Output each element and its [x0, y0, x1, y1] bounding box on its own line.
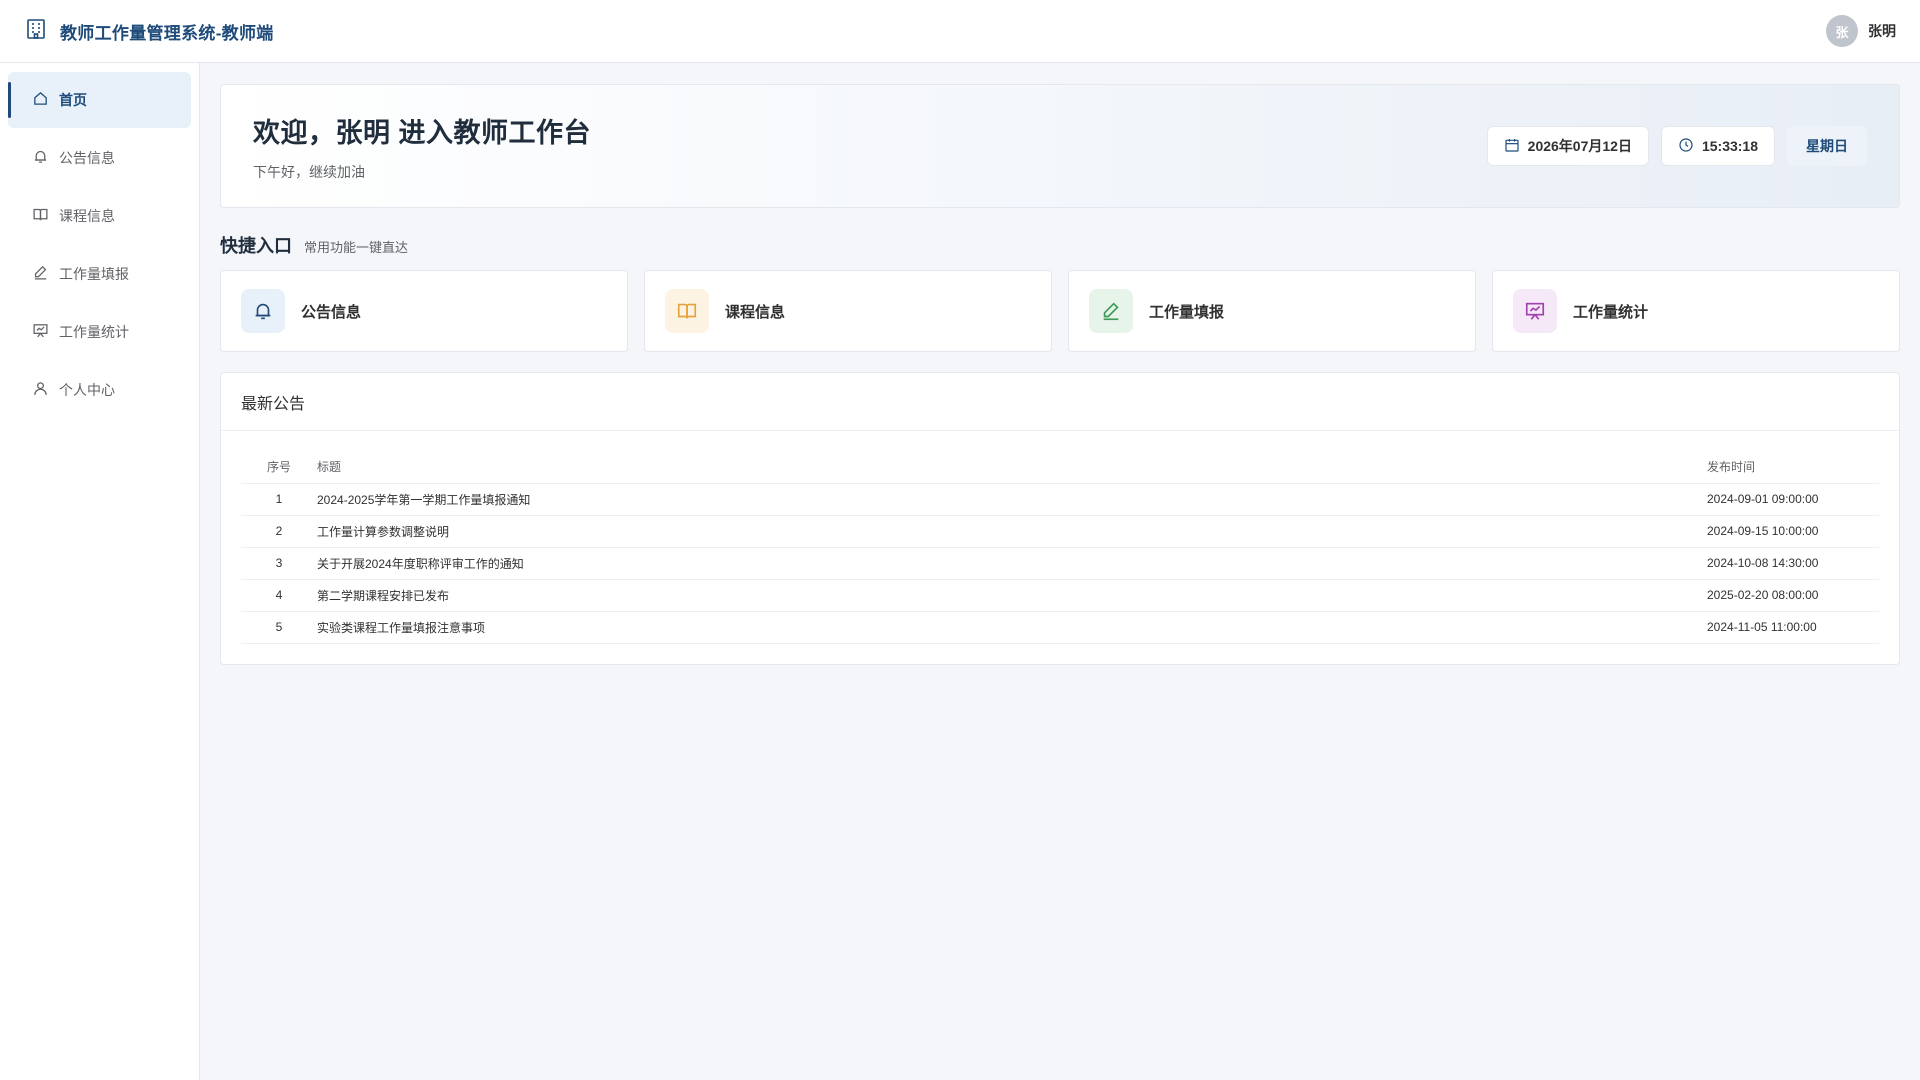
row-title[interactable]: 2024-2025学年第一学期工作量填报通知	[317, 483, 1707, 516]
notices-table: 序号 标题 发布时间 1 2024-2025学年第一学期工作量填报通知 2024…	[241, 451, 1879, 644]
table-row[interactable]: 3 关于开展2024年度职称评审工作的通知 2024-10-08 14:30:0…	[241, 547, 1879, 580]
column-header-title: 标题	[317, 451, 1707, 484]
clock-icon	[1678, 137, 1694, 156]
sidebar-item-label: 个人中心	[59, 382, 115, 398]
column-header-time: 发布时间	[1707, 451, 1879, 484]
table-row[interactable]: 2 工作量计算参数调整说明 2024-09-15 10:00:00	[241, 515, 1879, 548]
user-name[interactable]: 张明	[1868, 21, 1896, 41]
sidebar-item-label: 公告信息	[59, 150, 115, 166]
user-menu[interactable]: 张 张明	[1826, 15, 1896, 47]
latest-notices-panel: 最新公告 序号 标题 发布时间 1 2024-2025学年第一学期工作量填报通知…	[220, 372, 1900, 665]
quick-access-header: 快捷入口 常用功能一键直达	[220, 232, 1900, 258]
quick-card-courses[interactable]: 课程信息	[644, 270, 1052, 352]
welcome-subtitle: 下午好，继续加油	[253, 163, 365, 180]
row-title[interactable]: 第二学期课程安排已发布	[317, 579, 1707, 612]
presentation-chart-icon	[32, 322, 49, 342]
table-row[interactable]: 5 实验类课程工作量填报注意事项 2024-11-05 11:00:00	[241, 611, 1879, 644]
sidebar-item-notices[interactable]: 公告信息	[8, 130, 191, 186]
row-time: 2024-11-05 11:00:00	[1707, 611, 1879, 644]
row-index: 2	[241, 515, 317, 548]
book-icon	[32, 206, 49, 226]
presentation-chart-icon	[1513, 289, 1557, 333]
table-header-row: 序号 标题 发布时间	[241, 451, 1879, 484]
row-title[interactable]: 实验类课程工作量填报注意事项	[317, 611, 1707, 644]
user-icon	[32, 380, 49, 400]
latest-notices-title: 最新公告	[221, 373, 1899, 431]
edit-pen-icon	[1089, 289, 1133, 333]
app-title: 教师工作量管理系统-教师端	[60, 23, 274, 43]
sidebar: 首页 公告信息 课程信息 工作量填报 工作量统计 个人中心	[0, 63, 200, 1080]
sidebar-item-label: 工作量填报	[59, 266, 129, 282]
quick-card-label: 公告信息	[301, 303, 362, 321]
sidebar-item-workload-fill[interactable]: 工作量填报	[8, 246, 191, 302]
quick-access-title: 快捷入口	[220, 236, 292, 256]
quick-card-workload-stats[interactable]: 工作量统计	[1492, 270, 1900, 352]
sidebar-item-label: 工作量统计	[59, 324, 129, 340]
main-content: 欢迎，张明 进入教师工作台 下午好，继续加油 2026年07月12日 15:33…	[220, 84, 1900, 665]
quick-card-notices[interactable]: 公告信息	[220, 270, 628, 352]
time-chip: 15:33:18	[1660, 126, 1775, 166]
quick-card-label: 工作量填报	[1149, 303, 1225, 321]
row-title[interactable]: 工作量计算参数调整说明	[317, 515, 1707, 548]
quick-card-label: 工作量统计	[1573, 303, 1649, 321]
row-time: 2024-10-08 14:30:00	[1707, 547, 1879, 580]
date-text: 2026年07月12日	[1527, 138, 1632, 154]
row-index: 4	[241, 579, 317, 612]
building-icon	[24, 17, 48, 46]
top-header: 教师工作量管理系统-教师端 张 张明	[0, 0, 1920, 63]
date-chip: 2026年07月12日	[1486, 126, 1649, 166]
row-index: 3	[241, 547, 317, 580]
row-title[interactable]: 关于开展2024年度职称评审工作的通知	[317, 547, 1707, 580]
row-time: 2025-02-20 08:00:00	[1707, 579, 1879, 612]
row-time: 2024-09-01 09:00:00	[1707, 483, 1879, 516]
row-index: 5	[241, 611, 317, 644]
table-row[interactable]: 1 2024-2025学年第一学期工作量填报通知 2024-09-01 09:0…	[241, 483, 1879, 516]
edit-pen-icon	[32, 264, 49, 284]
sidebar-item-home[interactable]: 首页	[8, 72, 191, 128]
table-row[interactable]: 4 第二学期课程安排已发布 2025-02-20 08:00:00	[241, 579, 1879, 612]
home-icon	[32, 90, 49, 110]
sidebar-item-courses[interactable]: 课程信息	[8, 188, 191, 244]
time-text: 15:33:18	[1701, 138, 1758, 154]
sidebar-item-workload-stats[interactable]: 工作量统计	[8, 304, 191, 360]
welcome-title: 欢迎，张明 进入教师工作台	[253, 117, 592, 148]
sidebar-item-label: 首页	[59, 92, 87, 108]
sidebar-item-profile[interactable]: 个人中心	[8, 362, 191, 418]
quick-card-label: 课程信息	[725, 303, 786, 321]
weekday-chip: 星期日	[1787, 126, 1867, 166]
calendar-icon	[1504, 137, 1520, 156]
bell-icon	[32, 148, 49, 168]
column-header-index: 序号	[241, 451, 317, 484]
datetime-chips: 2026年07月12日 15:33:18 星期日	[1486, 126, 1867, 166]
sidebar-item-label: 课程信息	[59, 208, 115, 224]
book-icon	[665, 289, 709, 333]
quick-access-subtitle: 常用功能一键直达	[304, 240, 409, 255]
quick-access-cards: 公告信息 课程信息 工作量填报 工作量统计	[220, 270, 1900, 352]
welcome-banner: 欢迎，张明 进入教师工作台 下午好，继续加油 2026年07月12日 15:33…	[220, 84, 1900, 208]
quick-card-workload-fill[interactable]: 工作量填报	[1068, 270, 1476, 352]
weekday-text: 星期日	[1806, 138, 1848, 154]
avatar[interactable]: 张	[1826, 15, 1858, 47]
bell-icon	[241, 289, 285, 333]
brand[interactable]: 教师工作量管理系统-教师端	[24, 17, 274, 46]
row-time: 2024-09-15 10:00:00	[1707, 515, 1879, 548]
row-index: 1	[241, 483, 317, 516]
